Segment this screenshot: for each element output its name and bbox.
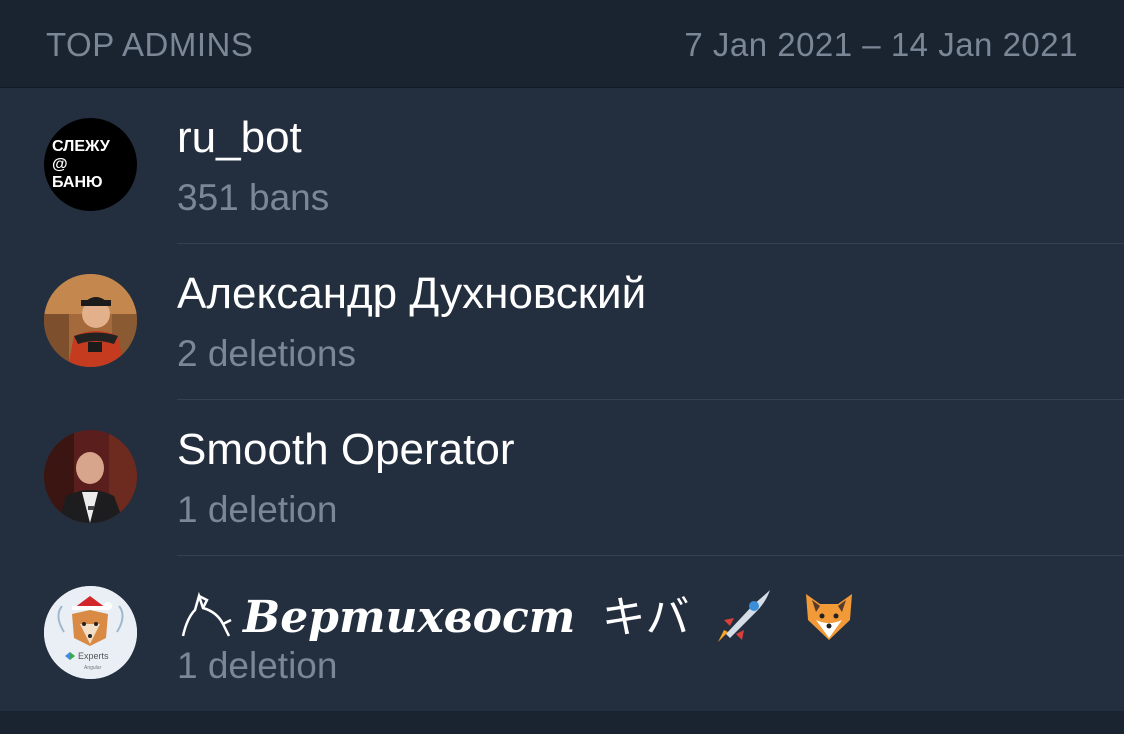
- avatar: Experts Angular: [44, 586, 137, 679]
- admin-stat: 2 deletions: [177, 333, 356, 374]
- wolf-icon: [177, 590, 233, 651]
- fox-emoji-icon: [798, 586, 860, 655]
- avatar-text-line: @: [52, 156, 68, 173]
- admin-name-kana: キバ: [601, 593, 690, 642]
- admin-name: Вертихвост キバ: [177, 581, 860, 655]
- bottom-strip: [0, 711, 1124, 734]
- admin-list: СЛЕЖУ @ БАНЮ ru_bot 351 bans Александр Д…: [0, 88, 1124, 711]
- admin-name-main: Вертихвост: [243, 592, 576, 643]
- admin-name: Александр Духновский: [177, 269, 647, 318]
- section-title: TOP ADMINS: [46, 26, 254, 63]
- person-photo-icon: [44, 430, 137, 523]
- admin-row[interactable]: Experts Angular Вертихвост キバ 1 deletion: [44, 556, 1124, 711]
- avatar-text-line: БАНЮ: [52, 174, 103, 191]
- admin-stat: 1 deletion: [177, 489, 338, 530]
- person-photo-icon: [44, 274, 137, 367]
- avatar: [44, 430, 137, 523]
- fox-avatar-icon: Experts Angular: [44, 586, 137, 679]
- admin-row[interactable]: Smooth Operator 1 deletion: [44, 400, 1124, 556]
- section-header: TOP ADMINS 7 Jan 2021 – 14 Jan 2021: [0, 0, 1124, 88]
- avatar-angular-text: Angular: [84, 665, 102, 671]
- date-range[interactable]: 7 Jan 2021 – 14 Jan 2021: [684, 26, 1078, 64]
- admin-name: ru_bot: [177, 113, 302, 162]
- avatar: [44, 274, 137, 367]
- admin-name: Smooth Operator: [177, 425, 515, 474]
- rocket-emoji-icon: [714, 586, 774, 655]
- avatar-experts-text: Experts: [78, 651, 109, 661]
- admin-stat: 1 deletion: [177, 645, 338, 686]
- top-admins-screen: TOP ADMINS 7 Jan 2021 – 14 Jan 2021 СЛЕЖ…: [0, 0, 1124, 734]
- admin-row[interactable]: Александр Духновский 2 deletions: [44, 244, 1124, 400]
- admin-row[interactable]: СЛЕЖУ @ БАНЮ ru_bot 351 bans: [44, 88, 1124, 244]
- admin-stat: 351 bans: [177, 177, 330, 218]
- avatar-text-line: СЛЕЖУ: [52, 138, 110, 155]
- avatar: СЛЕЖУ @ БАНЮ: [44, 118, 137, 211]
